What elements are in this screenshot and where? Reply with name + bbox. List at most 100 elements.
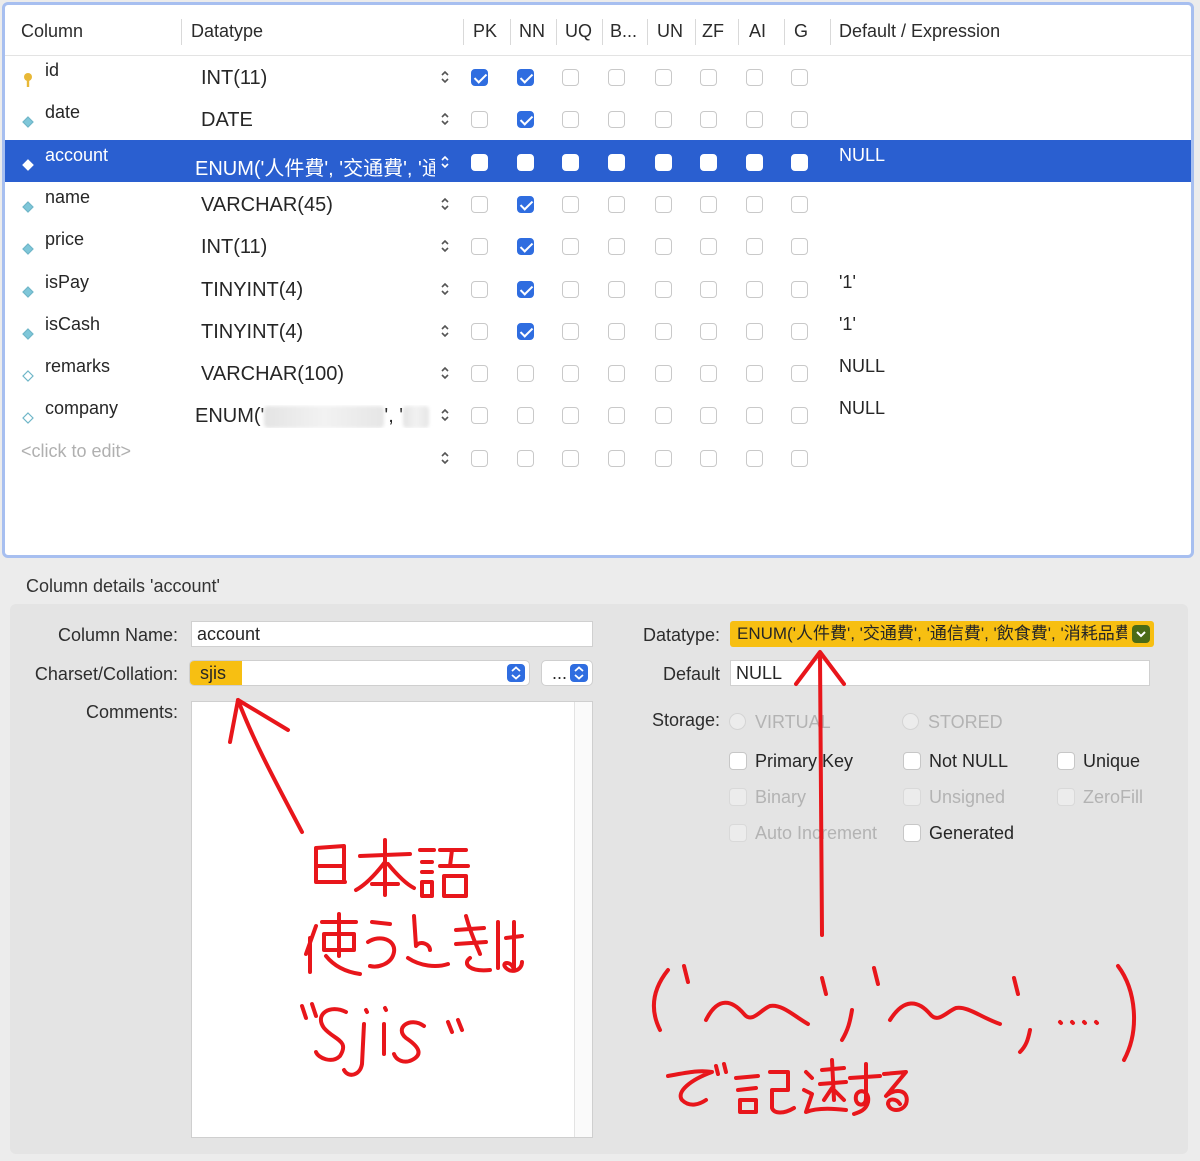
column-name[interactable]: date [45,102,80,123]
un-checkbox[interactable] [655,153,672,171]
binary-checkbox[interactable] [608,111,625,129]
header-default[interactable]: Default / Expression [839,5,1000,55]
column-name[interactable]: price [45,229,84,250]
zf-checkbox[interactable] [700,280,717,298]
unsigned-checkbox[interactable] [903,788,921,806]
table-row-new[interactable]: <click to edit> [5,436,1191,478]
nn-checkbox[interactable] [517,111,534,129]
un-checkbox[interactable] [655,238,672,256]
column-default[interactable]: NULL [839,145,885,166]
uq-checkbox[interactable] [562,407,579,425]
pk-checkbox[interactable] [471,153,488,171]
virtual-radio[interactable] [729,713,746,730]
un-checkbox[interactable] [655,195,672,213]
table-row[interactable]: price INT(11) [5,224,1191,266]
uq-checkbox[interactable] [562,238,579,256]
zf-checkbox[interactable] [700,407,717,425]
g-checkbox[interactable] [791,238,808,256]
chevron-updown-icon[interactable] [439,69,451,85]
table-row[interactable]: date DATE [5,97,1191,139]
ai-checkbox[interactable] [746,69,763,86]
pk-checkbox[interactable] [471,195,488,213]
chevron-updown-icon[interactable] [439,365,451,381]
g-checkbox[interactable] [791,153,808,171]
column-default[interactable]: NULL [839,398,885,419]
ai-checkbox[interactable] [746,365,763,383]
column-datatype[interactable]: INT(11) [201,67,431,90]
zf-checkbox[interactable] [700,69,717,86]
nn-checkbox[interactable] [517,322,534,340]
chevron-updown-icon[interactable] [439,450,451,466]
un-checkbox[interactable] [655,407,672,425]
nn-checkbox[interactable] [517,407,534,425]
zf-checkbox[interactable] [700,238,717,256]
not-null-checkbox[interactable] [903,752,921,770]
header-ai[interactable]: AI [749,5,766,55]
generated-checkbox[interactable] [903,824,921,842]
chevron-updown-icon[interactable] [439,196,451,212]
column-datatype[interactable]: ENUM('人件費', '交通費', '通信費', '飲食費', '消耗品費') [195,152,435,181]
un-checkbox[interactable] [655,69,672,86]
chevron-updown-icon[interactable] [439,407,451,423]
chevron-down-icon[interactable] [1132,625,1150,643]
nn-checkbox[interactable] [517,365,534,383]
nn-checkbox[interactable] [517,238,534,256]
column-name[interactable]: account [45,145,108,166]
column-datatype[interactable]: INT(11) [201,236,431,259]
ai-checkbox[interactable] [746,322,763,340]
ai-checkbox[interactable] [746,449,763,467]
binary-checkbox[interactable] [608,365,625,383]
stored-radio[interactable] [902,713,919,730]
column-datatype[interactable]: DATE [201,109,431,132]
pk-checkbox[interactable] [471,69,488,86]
g-checkbox[interactable] [791,111,808,129]
chevron-updown-icon[interactable] [439,323,451,339]
header-g[interactable]: G [794,5,808,55]
pk-checkbox[interactable] [471,322,488,340]
column-name[interactable]: company [45,398,118,419]
uq-checkbox[interactable] [562,280,579,298]
g-checkbox[interactable] [791,407,808,425]
uq-checkbox[interactable] [562,153,579,171]
zf-checkbox[interactable] [700,153,717,171]
column-name[interactable]: id [45,60,59,81]
charset-select[interactable]: sjis [189,660,530,686]
column-datatype[interactable]: TINYINT(4) [201,321,431,344]
zf-checkbox[interactable] [700,195,717,213]
binary-checkbox[interactable] [608,238,625,256]
column-datatype[interactable]: TINYINT(4) [201,279,431,302]
binary-checkbox[interactable] [608,195,625,213]
ai-checkbox[interactable] [746,238,763,256]
zerofill-checkbox[interactable] [1057,788,1075,806]
table-row[interactable]: id INT(11) [5,55,1191,97]
column-datatype[interactable]: VARCHAR(100) [201,363,431,386]
table-row[interactable]: name VARCHAR(45) [5,182,1191,224]
uq-checkbox[interactable] [562,322,579,340]
table-row[interactable]: company ENUM(' ', ' NULL [5,393,1191,435]
binary-checkbox[interactable] [608,280,625,298]
zf-checkbox[interactable] [700,449,717,467]
datatype-combobox[interactable]: ENUM('人件費', '交通費', '通信費', '飲食費', '消耗品費') [730,621,1154,647]
header-pk[interactable]: PK [473,5,497,55]
binary-checkbox[interactable] [608,407,625,425]
pk-checkbox[interactable] [471,111,488,129]
pk-checkbox[interactable] [471,365,488,383]
column-datatype[interactable]: VARCHAR(45) [201,194,431,217]
ai-checkbox[interactable] [746,153,763,171]
un-checkbox[interactable] [655,280,672,298]
header-datatype[interactable]: Datatype [191,5,263,55]
binary-checkbox[interactable] [608,69,625,86]
binary-checkbox[interactable] [608,449,625,467]
binary-checkbox[interactable] [729,788,747,806]
click-to-edit-placeholder[interactable]: <click to edit> [21,441,131,462]
zf-checkbox[interactable] [700,111,717,129]
header-binary[interactable]: B... [610,5,637,55]
pk-checkbox[interactable] [471,449,488,467]
primary-key-checkbox[interactable] [729,752,747,770]
uq-checkbox[interactable] [562,365,579,383]
pk-checkbox[interactable] [471,280,488,298]
column-name[interactable]: remarks [45,356,110,377]
column-default[interactable]: '1' [839,272,856,293]
column-default[interactable]: '1' [839,314,856,335]
header-nn[interactable]: NN [519,5,545,55]
